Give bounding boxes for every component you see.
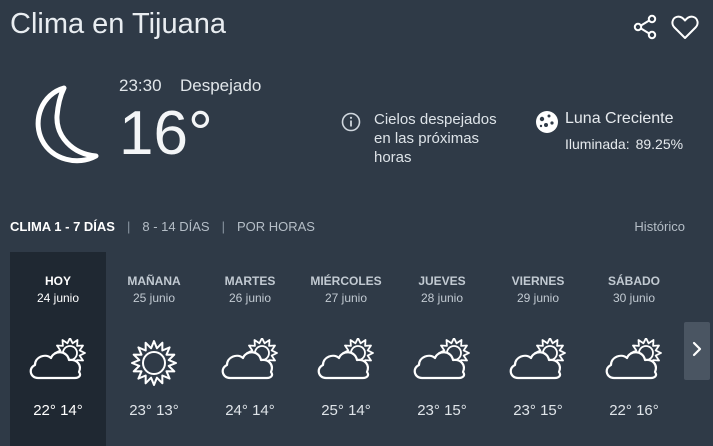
forecast-tabs: CLIMA 1 - 7 DÍAS | 8 - 14 DÍAS | POR HOR… <box>10 219 315 234</box>
tab-hourly[interactable]: POR HORAS <box>237 219 315 234</box>
forecast-note: Cielos despejados en las próximas horas <box>374 111 497 166</box>
next-days-button[interactable] <box>684 322 710 380</box>
day-temps: 22° 16° <box>609 402 659 419</box>
partly-cloudy-icon <box>314 337 378 387</box>
day-name: JUEVES <box>418 274 466 288</box>
day-card[interactable]: SÁBADO 30 junio 22° 16° <box>586 252 682 446</box>
current-time: 23:30 <box>119 76 162 95</box>
day-temps: 23° 15° <box>513 402 563 419</box>
day-name: VIERNES <box>511 274 565 288</box>
day-date: 25 junio <box>132 291 176 305</box>
day-temps: 22° 14° <box>33 402 83 419</box>
day-date: 26 junio <box>228 291 272 305</box>
day-name: MARTES <box>224 274 276 288</box>
moon-illumination-label: Iluminada: <box>565 136 630 152</box>
day-name: MIÉRCOLES <box>310 274 382 288</box>
day-temps: 23° 13° <box>129 402 179 419</box>
tab-1-7-days[interactable]: CLIMA 1 - 7 DÍAS <box>10 219 115 234</box>
current-temperature: 16° <box>119 99 213 168</box>
day-card[interactable]: VIERNES 29 junio 23° 15° <box>490 252 586 446</box>
day-name: SÁBADO <box>607 274 660 288</box>
historico-link[interactable]: Histórico <box>634 219 685 234</box>
day-date: 24 junio <box>36 291 80 305</box>
moon-illumination-value: 89.25% <box>635 136 684 152</box>
day-name: HOY <box>44 274 71 288</box>
partly-cloudy-icon <box>602 337 666 387</box>
page-title: Clima en Tijuana <box>10 8 226 40</box>
daily-forecast: HOY 24 junio 22° 14° MAÑANA 25 junio 23°… <box>10 252 713 446</box>
tab-separator: | <box>221 219 225 234</box>
chevron-right-icon <box>691 340 703 363</box>
partly-cloudy-icon <box>410 337 474 387</box>
partly-cloudy-icon <box>218 337 282 387</box>
moon-phase-icon <box>535 110 559 139</box>
tab-8-14-days[interactable]: 8 - 14 DÍAS <box>142 219 209 234</box>
day-temps: 23° 15° <box>417 402 467 419</box>
day-date: 30 junio <box>612 291 656 305</box>
header-actions <box>633 14 699 40</box>
day-temps: 24° 14° <box>225 402 275 419</box>
day-card[interactable]: MARTES 26 junio 24° 14° <box>202 252 298 446</box>
info-icon[interactable] <box>341 112 361 137</box>
heart-icon[interactable] <box>671 14 699 40</box>
day-card[interactable]: MAÑANA 25 junio 23° 13° <box>106 252 202 446</box>
moon-phase-name: Luna Creciente <box>565 110 674 127</box>
partly-cloudy-icon <box>26 337 90 387</box>
day-date: 29 junio <box>516 291 560 305</box>
day-date: 27 junio <box>324 291 368 305</box>
current-condition: Despejado <box>180 76 262 95</box>
sunny-icon <box>129 338 179 393</box>
crescent-moon-icon <box>30 84 100 171</box>
tab-separator: | <box>126 219 131 234</box>
day-card[interactable]: MIÉRCOLES 27 junio 25° 14° <box>298 252 394 446</box>
day-card[interactable]: JUEVES 28 junio 23° 15° <box>394 252 490 446</box>
day-temps: 25° 14° <box>321 402 371 419</box>
day-date: 28 junio <box>420 291 464 305</box>
share-icon[interactable] <box>633 14 657 40</box>
day-name: MAÑANA <box>127 274 181 288</box>
partly-cloudy-icon <box>506 337 570 387</box>
moon-illumination: Iluminada: 89.25% <box>565 136 689 152</box>
day-card[interactable]: HOY 24 junio 22° 14° <box>10 252 106 446</box>
